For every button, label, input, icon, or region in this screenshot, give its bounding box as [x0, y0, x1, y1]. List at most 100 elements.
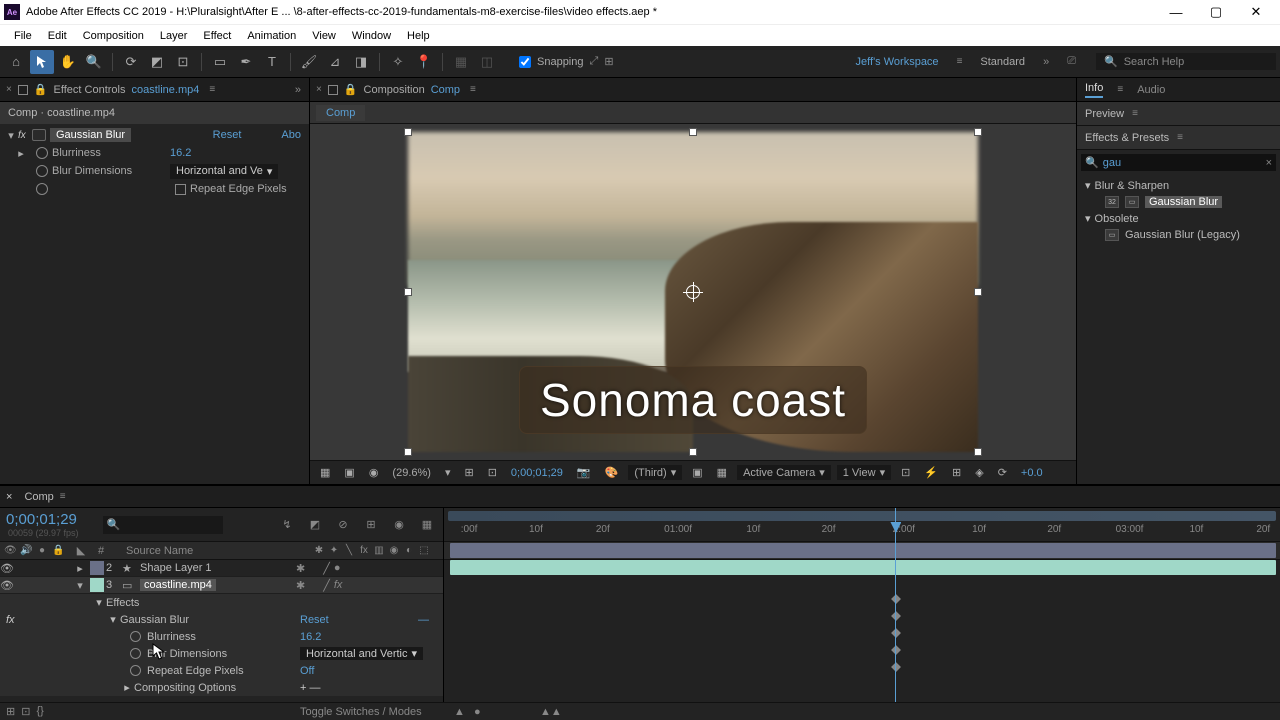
- zoom-out-icon[interactable]: ▲: [454, 706, 465, 718]
- info-menu-icon[interactable]: ≡: [1117, 84, 1123, 95]
- clear-search-icon[interactable]: ×: [1266, 157, 1272, 169]
- menu-window[interactable]: Window: [344, 30, 399, 42]
- timecode-display[interactable]: 0;00;01;29: [507, 467, 567, 479]
- layer-bar-video[interactable]: [450, 560, 1276, 575]
- keyframe-icon[interactable]: [892, 628, 902, 638]
- lock-col-icon[interactable]: 🔒: [52, 545, 64, 557]
- motion-blur-icon[interactable]: ⊘: [333, 518, 353, 531]
- menu-composition[interactable]: Composition: [75, 30, 152, 42]
- layer-name[interactable]: Shape Layer 1: [140, 562, 212, 574]
- stopwatch-icon[interactable]: [130, 665, 141, 676]
- reset-link[interactable]: Reset: [300, 614, 329, 626]
- anchor-point-icon[interactable]: [686, 285, 700, 299]
- stopwatch-icon[interactable]: [130, 648, 141, 659]
- channel-icon[interactable]: 🎨: [601, 466, 623, 479]
- switch-icon[interactable]: fx: [358, 545, 370, 557]
- video-col-icon[interactable]: 👁: [4, 545, 16, 557]
- switch-icon[interactable]: ◉: [388, 545, 400, 557]
- pixel-ar-icon[interactable]: ⊡: [897, 466, 914, 479]
- snapping-checkbox[interactable]: [519, 56, 531, 68]
- stopwatch-icon[interactable]: [130, 631, 141, 642]
- menu-layer[interactable]: Layer: [152, 30, 196, 42]
- repeat-edge-checkbox[interactable]: [175, 184, 186, 195]
- ep-menu-icon[interactable]: ≡: [1177, 132, 1183, 143]
- camera-dropdown[interactable]: Active Camera▾: [737, 465, 831, 480]
- panel-menu-icon[interactable]: ≡: [209, 84, 215, 95]
- orbit-tool[interactable]: ⟳: [119, 50, 143, 74]
- menu-file[interactable]: File: [6, 30, 40, 42]
- layer-row-coastline[interactable]: 👁 ▾ 3 ▭ coastline.mp4 ✱╱fx: [0, 577, 443, 594]
- effect-gaussian-blur[interactable]: 32▭Gaussian Blur: [1081, 194, 1276, 210]
- menu-effect[interactable]: Effect: [195, 30, 239, 42]
- blurriness-value[interactable]: 16.2: [300, 631, 321, 643]
- layer-twirl-icon[interactable]: ▸: [72, 562, 88, 575]
- shy-icon[interactable]: ↯: [277, 518, 297, 531]
- zoom-level[interactable]: (29.6%): [388, 467, 435, 479]
- res-icon-2[interactable]: ⊡: [484, 466, 501, 479]
- roto-tool[interactable]: ✧: [386, 50, 410, 74]
- audio-tab[interactable]: Audio: [1137, 84, 1165, 96]
- search-help-input[interactable]: 🔍 Search Help: [1096, 53, 1276, 70]
- comp-panel-close-icon[interactable]: ×: [316, 84, 322, 95]
- comp-panel-menu-icon[interactable]: ≡: [470, 84, 476, 95]
- maximize-button[interactable]: ▢: [1196, 0, 1236, 24]
- resolution-dropdown[interactable]: (Third)▾: [628, 465, 682, 480]
- blur-dims-stopwatch-icon[interactable]: [36, 165, 48, 177]
- compositing-options-row[interactable]: ▸ Compositing Options + —: [0, 679, 443, 696]
- reset-exposure-icon[interactable]: ⟳: [994, 466, 1011, 479]
- timeline-tracks[interactable]: :00f 10f 20f 01:00f 10f 20f 2:00f 10f 20…: [444, 508, 1280, 702]
- switch-icon[interactable]: ⬚: [418, 545, 430, 557]
- selection-handle[interactable]: [404, 448, 412, 456]
- layout-dropdown[interactable]: Standard: [980, 56, 1025, 68]
- anchor-tool[interactable]: ⊡: [171, 50, 195, 74]
- effect-gaussian-blur-legacy[interactable]: ▭Gaussian Blur (Legacy): [1081, 227, 1276, 243]
- fx-badge-icon[interactable]: fx: [18, 130, 32, 141]
- toggle-3d-icon[interactable]: ◉: [365, 466, 383, 479]
- switch-icon[interactable]: ✱: [313, 545, 325, 557]
- preview-menu-icon[interactable]: ≡: [1132, 108, 1138, 119]
- clone-tool[interactable]: ⊿: [323, 50, 347, 74]
- selection-handle[interactable]: [689, 128, 697, 136]
- footer-icon[interactable]: {}: [36, 705, 43, 718]
- switch-icon[interactable]: ▥: [373, 545, 385, 557]
- info-tab[interactable]: Info: [1085, 82, 1103, 98]
- workspace-menu-icon[interactable]: ≡: [957, 56, 963, 67]
- keyframe-icon[interactable]: [892, 594, 902, 604]
- audio-col-icon[interactable]: 🔊: [20, 545, 32, 557]
- snap-opt-icon-2[interactable]: ⊞: [604, 55, 613, 68]
- panel-lock-icon[interactable]: 🔒: [34, 83, 48, 96]
- snapshot-icon[interactable]: 📷: [573, 466, 595, 479]
- toggle-alpha-icon[interactable]: ▦: [316, 466, 334, 479]
- layer-row-shape[interactable]: 👁 ▸ 2 ★ Shape Layer 1 ✱╱●: [0, 560, 443, 577]
- selection-handle[interactable]: [689, 448, 697, 456]
- tl-repeat-edge-row[interactable]: Repeat Edge Pixels Off: [0, 662, 443, 679]
- hand-tool[interactable]: ✋: [56, 50, 80, 74]
- type-tool[interactable]: T: [260, 50, 284, 74]
- grid-icon[interactable]: ▦: [713, 466, 731, 479]
- toggle-switches-modes[interactable]: Toggle Switches / Modes: [300, 706, 422, 718]
- render-icon[interactable]: ▦: [417, 518, 437, 531]
- keyframe-icon[interactable]: [892, 662, 902, 672]
- effect-reset-link[interactable]: Reset: [213, 129, 242, 141]
- label-col-icon[interactable]: ◣: [72, 544, 90, 557]
- blurriness-stopwatch-icon[interactable]: [36, 147, 48, 159]
- views-dropdown[interactable]: 1 View▾: [837, 465, 891, 480]
- eraser-tool[interactable]: ◨: [349, 50, 373, 74]
- layer-name[interactable]: coastline.mp4: [140, 579, 216, 591]
- zoom-chevron-icon[interactable]: ▾: [441, 466, 455, 479]
- layer-label-color[interactable]: [90, 578, 104, 592]
- effect-name[interactable]: Gaussian Blur: [50, 128, 131, 142]
- zoom-in-icon[interactable]: ▲▲: [540, 706, 562, 718]
- brush-tool[interactable]: 🖌: [297, 50, 321, 74]
- roi-icon[interactable]: ▣: [688, 466, 706, 479]
- layer-twirl-icon[interactable]: ▾: [72, 579, 88, 592]
- zoom-tool[interactable]: 🔍: [82, 50, 106, 74]
- menu-help[interactable]: Help: [399, 30, 438, 42]
- rotate-tool[interactable]: ◩: [145, 50, 169, 74]
- keyframe-icon[interactable]: [892, 611, 902, 621]
- comp-panel-lock-icon[interactable]: 🔒: [344, 83, 358, 96]
- panel-close-icon[interactable]: ×: [6, 84, 12, 95]
- layer-search[interactable]: 🔍: [103, 516, 223, 534]
- effect-visibility-icon[interactable]: [32, 129, 46, 141]
- timeline-close-icon[interactable]: ×: [6, 491, 12, 503]
